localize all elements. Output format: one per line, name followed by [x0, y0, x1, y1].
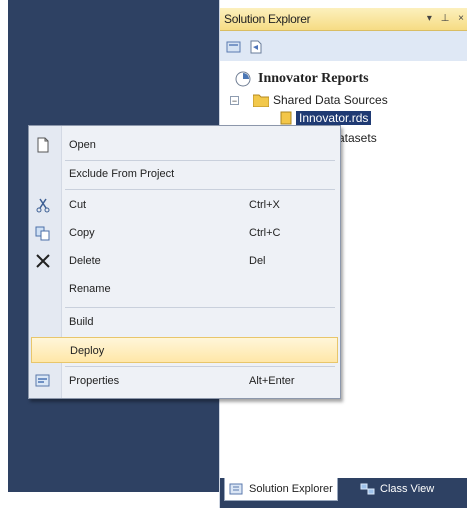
- report-project-icon: [235, 71, 251, 87]
- open-icon: [37, 137, 49, 153]
- menu-item-cut[interactable]: Cut Ctrl+X: [31, 192, 338, 218]
- menu-item-build[interactable]: Build: [31, 309, 338, 335]
- pin-icon[interactable]: ⊥: [441, 13, 450, 24]
- tree-item-label: atasets: [338, 131, 377, 145]
- close-icon[interactable]: ×: [458, 13, 464, 24]
- tree-item-label: Shared Data Sources: [273, 93, 388, 107]
- menu-shortcut: Ctrl+C: [249, 227, 281, 239]
- tab-class-view[interactable]: Class View: [356, 478, 438, 500]
- panel-tab-strip: Solution Explorer Class View: [220, 478, 467, 508]
- dropdown-icon[interactable]: ▾: [427, 13, 432, 24]
- menu-label: Cut: [69, 199, 87, 211]
- workspace-bottom-edge: [0, 492, 219, 508]
- folder-icon: [253, 94, 269, 107]
- tree-item-datasets[interactable]: atasets: [338, 129, 377, 147]
- menu-separator: [65, 307, 335, 308]
- copy-icon: [35, 226, 50, 241]
- menu-label: Deploy: [70, 345, 105, 357]
- menu-label: Properties: [69, 375, 120, 387]
- tree-item-shared-data-sources[interactable]: − Shared Data Sources: [230, 91, 388, 109]
- menu-item-copy[interactable]: Copy Ctrl+C: [31, 220, 338, 246]
- menu-shortcut: Alt+Enter: [249, 375, 295, 387]
- root-project-label: Innovator Reports: [258, 71, 369, 86]
- solution-explorer-icon: [229, 483, 243, 495]
- menu-label: Open: [69, 139, 96, 151]
- properties-toolbar-icon[interactable]: [226, 39, 242, 55]
- tab-solution-explorer[interactable]: Solution Explorer: [224, 478, 338, 501]
- menu-label: Exclude From Project: [69, 168, 175, 180]
- menu-label: Delete: [69, 255, 101, 267]
- menu-label: Copy: [69, 227, 95, 239]
- menu-shortcut: Del: [249, 255, 266, 267]
- menu-separator: [65, 366, 335, 367]
- menu-item-open[interactable]: Open: [31, 132, 338, 158]
- menu-label: Build: [69, 316, 94, 328]
- tab-label: Class View: [380, 483, 435, 495]
- class-view-icon: [360, 483, 375, 495]
- menu-item-exclude-from-project[interactable]: Exclude From Project: [31, 161, 338, 187]
- properties-icon: [35, 374, 50, 387]
- tab-label: Solution Explorer: [249, 483, 333, 495]
- context-menu: Open Exclude From Project Cut Ctrl+X Cop…: [28, 125, 341, 399]
- panel-title: Solution Explorer: [224, 12, 311, 26]
- collapse-icon[interactable]: −: [230, 95, 239, 105]
- panel-toolbar: [220, 31, 467, 61]
- show-all-files-icon[interactable]: [248, 39, 264, 55]
- data-source-icon: [280, 111, 292, 125]
- menu-item-properties[interactable]: Properties Alt+Enter: [31, 368, 338, 394]
- menu-label: Rename: [69, 283, 111, 295]
- cut-icon: [36, 198, 50, 213]
- title-controls: ▾ ⊥ ×: [417, 8, 464, 30]
- tree-root[interactable]: Innovator Reports: [234, 69, 369, 89]
- menu-shortcut: Ctrl+X: [249, 199, 280, 211]
- menu-item-rename[interactable]: Rename: [31, 276, 338, 302]
- delete-icon: [36, 254, 50, 268]
- menu-item-delete[interactable]: Delete Del: [31, 248, 338, 274]
- panel-title-bar[interactable]: Solution Explorer ▾ ⊥ ×: [220, 8, 467, 31]
- menu-item-deploy[interactable]: Deploy: [31, 337, 338, 363]
- menu-separator: [65, 189, 335, 190]
- selected-file-label: Innovator.rds: [296, 111, 372, 125]
